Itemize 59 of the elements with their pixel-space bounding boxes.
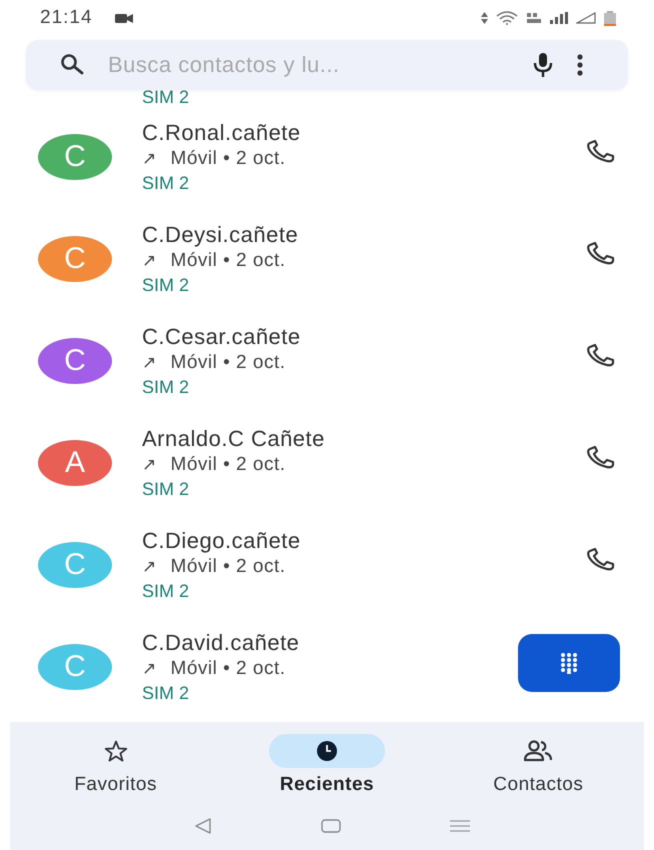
call-detail: Móvil • 2 oct.	[170, 352, 286, 374]
dialpad-icon	[560, 652, 578, 674]
outgoing-call-arrow: ↗	[142, 250, 156, 272]
sim-label: SIM 2	[142, 683, 190, 704]
contact-name: C.Cesar.cañete	[142, 324, 302, 349]
sim-label: SIM 2	[142, 173, 190, 194]
battery-icon	[604, 10, 616, 26]
search-icon	[60, 54, 86, 76]
sim-label: SIM 2	[142, 377, 190, 398]
signal-icon	[576, 12, 596, 24]
signal-icon	[550, 12, 568, 24]
contact-name: Arnaldo.C Cañete	[142, 426, 326, 451]
microphone-icon[interactable]	[532, 52, 554, 78]
outgoing-call-arrow: ↗	[142, 556, 156, 578]
outgoing-call-arrow: ↗	[142, 352, 156, 374]
outgoing-call-arrow: ↗	[142, 658, 156, 680]
nav-tab[interactable]: Recientes	[226, 734, 427, 796]
call-detail: Móvil • 2 oct.	[170, 250, 286, 272]
data-arrows-icon	[481, 12, 488, 24]
phone-icon[interactable]	[586, 140, 616, 164]
search-bar[interactable]: Busca contactos y lu...	[26, 40, 628, 90]
sim-label: SIM 2	[142, 87, 190, 108]
volte-icon	[526, 12, 542, 24]
outgoing-call-arrow: ↗	[142, 148, 156, 170]
phone-icon[interactable]	[586, 344, 616, 368]
call-detail: Móvil • 2 oct.	[170, 556, 286, 578]
search-field[interactable]: Busca contactos y lu...	[108, 52, 510, 78]
home-icon[interactable]	[320, 819, 341, 833]
call-detail: Móvil • 2 oct.	[170, 658, 286, 680]
outgoing-call-arrow: ↗	[142, 454, 156, 476]
contact-avatar: C	[38, 644, 112, 690]
phone-icon[interactable]	[586, 548, 616, 572]
sim-label: SIM 2	[142, 275, 190, 296]
dialpad-button[interactable]	[518, 634, 620, 692]
nav-tab[interactable]: Favoritos	[16, 734, 216, 796]
more-options-icon[interactable]	[576, 54, 584, 76]
star-icon	[104, 740, 128, 762]
contact-avatar: C	[38, 134, 112, 180]
wifi-icon	[496, 11, 518, 25]
contact-avatar: C	[38, 542, 112, 588]
phone-icon[interactable]	[586, 446, 616, 470]
nav-tab[interactable]: Contactos	[438, 734, 638, 796]
call-detail: Móvil • 2 oct.	[170, 148, 286, 170]
sim-label: SIM 2	[142, 479, 190, 500]
status-time: 21:14	[40, 7, 93, 29]
back-icon[interactable]	[194, 818, 212, 834]
sim-label: SIM 2	[142, 581, 190, 602]
contact-name: C.Ronal.cañete	[142, 120, 302, 145]
clock-icon	[316, 740, 338, 762]
contact-avatar: C	[38, 236, 112, 282]
phone-icon[interactable]	[586, 242, 616, 266]
people-icon	[524, 740, 552, 762]
contact-avatar: A	[38, 440, 112, 486]
contact-name: C.David.cañete	[142, 630, 300, 655]
contact-name: C.Deysi.cañete	[142, 222, 300, 247]
contact-name: C.Diego.cañete	[142, 528, 302, 553]
video-camera-icon	[114, 12, 133, 24]
contact-avatar: C	[38, 338, 112, 384]
call-detail: Móvil • 2 oct.	[170, 454, 286, 476]
